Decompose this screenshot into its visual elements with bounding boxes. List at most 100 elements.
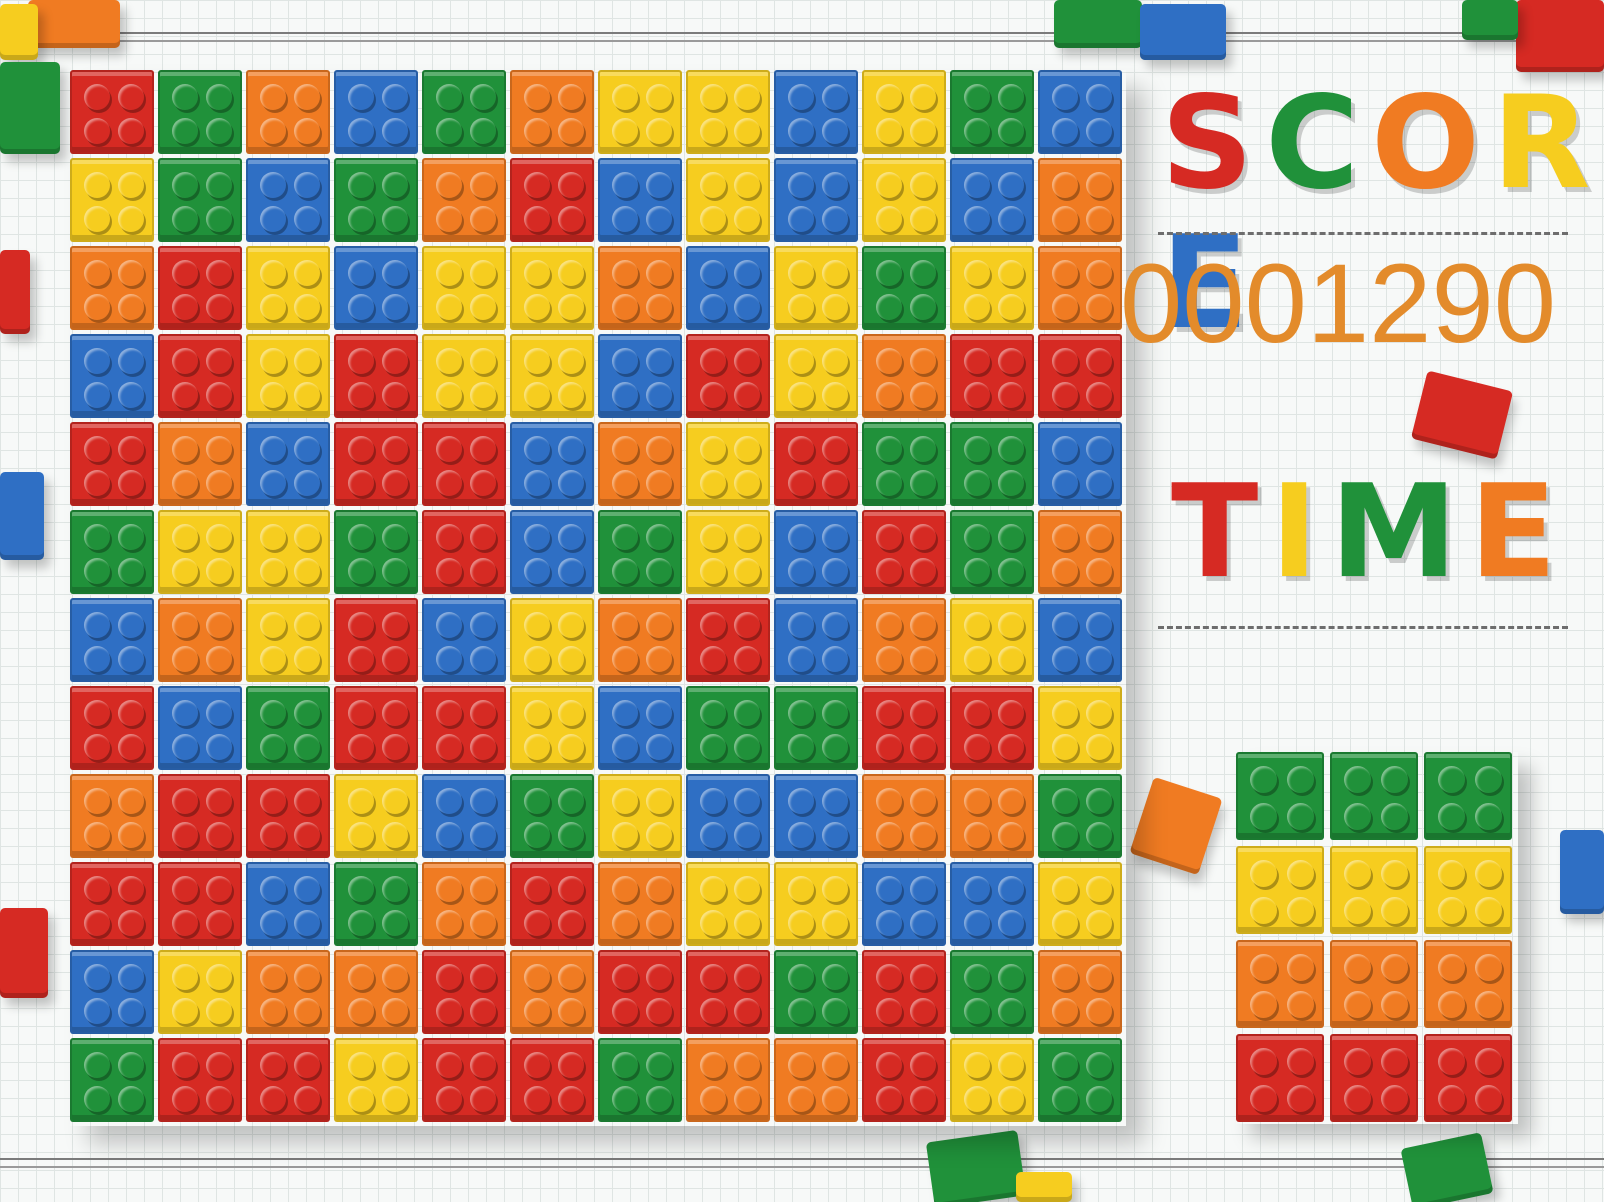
brick-blue[interactable] <box>598 334 682 418</box>
brick-red[interactable] <box>246 1038 330 1122</box>
brick-blue[interactable] <box>70 950 154 1034</box>
brick-yellow[interactable] <box>1038 862 1122 946</box>
brick-yellow[interactable] <box>510 686 594 770</box>
brick-green[interactable] <box>422 70 506 154</box>
brick-blue[interactable] <box>246 862 330 946</box>
brick-orange[interactable] <box>598 862 682 946</box>
brick-orange[interactable] <box>598 422 682 506</box>
brick-yellow[interactable] <box>246 246 330 330</box>
brick-green[interactable] <box>774 950 858 1034</box>
brick-blue[interactable] <box>774 70 858 154</box>
brick-orange[interactable] <box>774 1038 858 1122</box>
brick-yellow[interactable] <box>598 774 682 858</box>
brick-orange[interactable] <box>510 950 594 1034</box>
brick-blue[interactable] <box>1038 598 1122 682</box>
brick-orange[interactable] <box>334 950 418 1034</box>
brick-red[interactable] <box>422 686 506 770</box>
brick-blue[interactable] <box>1038 70 1122 154</box>
brick-red[interactable] <box>422 950 506 1034</box>
brick-orange[interactable] <box>422 862 506 946</box>
brick-yellow[interactable] <box>774 334 858 418</box>
brick-yellow[interactable] <box>158 510 242 594</box>
brick-yellow[interactable] <box>158 950 242 1034</box>
brick-orange[interactable] <box>246 70 330 154</box>
brick-yellow[interactable] <box>246 598 330 682</box>
brick-green[interactable] <box>70 510 154 594</box>
brick-green[interactable] <box>334 158 418 242</box>
brick-red[interactable] <box>158 246 242 330</box>
brick-green[interactable] <box>334 862 418 946</box>
brick-blue[interactable] <box>70 334 154 418</box>
brick-blue[interactable] <box>950 862 1034 946</box>
brick-red[interactable] <box>598 950 682 1034</box>
brick-orange[interactable] <box>70 246 154 330</box>
brick-green[interactable] <box>158 70 242 154</box>
brick-red[interactable] <box>862 1038 946 1122</box>
brick-yellow[interactable] <box>246 334 330 418</box>
brick-orange[interactable] <box>862 334 946 418</box>
brick-blue[interactable] <box>686 774 770 858</box>
brick-blue[interactable] <box>334 70 418 154</box>
game-board[interactable] <box>70 70 1126 1126</box>
brick-orange[interactable] <box>422 158 506 242</box>
brick-orange[interactable] <box>686 1038 770 1122</box>
brick-green[interactable] <box>1038 774 1122 858</box>
brick-red[interactable] <box>510 1038 594 1122</box>
brick-blue[interactable] <box>774 510 858 594</box>
brick-yellow[interactable] <box>510 598 594 682</box>
brick-green[interactable] <box>950 422 1034 506</box>
brick-green[interactable] <box>598 510 682 594</box>
brick-blue[interactable] <box>422 598 506 682</box>
brick-yellow[interactable] <box>1038 686 1122 770</box>
brick-green[interactable] <box>862 422 946 506</box>
brick-red[interactable] <box>158 334 242 418</box>
brick-red[interactable] <box>70 686 154 770</box>
brick-yellow[interactable] <box>334 774 418 858</box>
brick-red[interactable] <box>334 334 418 418</box>
brick-yellow[interactable] <box>862 158 946 242</box>
brick-blue[interactable] <box>686 246 770 330</box>
brick-yellow[interactable] <box>422 334 506 418</box>
brick-orange[interactable] <box>70 774 154 858</box>
brick-yellow[interactable] <box>950 598 1034 682</box>
brick-blue[interactable] <box>70 598 154 682</box>
brick-orange[interactable] <box>1038 246 1122 330</box>
brick-red[interactable] <box>950 686 1034 770</box>
brick-yellow[interactable] <box>862 70 946 154</box>
brick-green[interactable] <box>950 510 1034 594</box>
brick-red[interactable] <box>158 862 242 946</box>
brick-red[interactable] <box>70 862 154 946</box>
brick-red[interactable] <box>1038 334 1122 418</box>
brick-yellow[interactable] <box>686 70 770 154</box>
brick-blue[interactable] <box>774 774 858 858</box>
brick-green[interactable] <box>510 774 594 858</box>
brick-yellow[interactable] <box>686 158 770 242</box>
brick-orange[interactable] <box>246 950 330 1034</box>
brick-green[interactable] <box>686 686 770 770</box>
brick-green[interactable] <box>598 1038 682 1122</box>
brick-red[interactable] <box>862 510 946 594</box>
brick-green[interactable] <box>1038 1038 1122 1122</box>
brick-yellow[interactable] <box>950 1038 1034 1122</box>
brick-blue[interactable] <box>510 422 594 506</box>
brick-red[interactable] <box>862 950 946 1034</box>
brick-orange[interactable] <box>862 598 946 682</box>
brick-red[interactable] <box>510 158 594 242</box>
brick-red[interactable] <box>158 774 242 858</box>
brick-yellow[interactable] <box>510 246 594 330</box>
brick-blue[interactable] <box>422 774 506 858</box>
brick-green[interactable] <box>246 686 330 770</box>
brick-red[interactable] <box>334 686 418 770</box>
brick-red[interactable] <box>334 598 418 682</box>
brick-yellow[interactable] <box>70 158 154 242</box>
brick-green[interactable] <box>334 510 418 594</box>
brick-blue[interactable] <box>510 510 594 594</box>
brick-blue[interactable] <box>1038 422 1122 506</box>
brick-orange[interactable] <box>862 774 946 858</box>
brick-red[interactable] <box>422 510 506 594</box>
brick-yellow[interactable] <box>422 246 506 330</box>
brick-yellow[interactable] <box>598 70 682 154</box>
brick-red[interactable] <box>70 422 154 506</box>
brick-blue[interactable] <box>774 598 858 682</box>
brick-red[interactable] <box>70 70 154 154</box>
